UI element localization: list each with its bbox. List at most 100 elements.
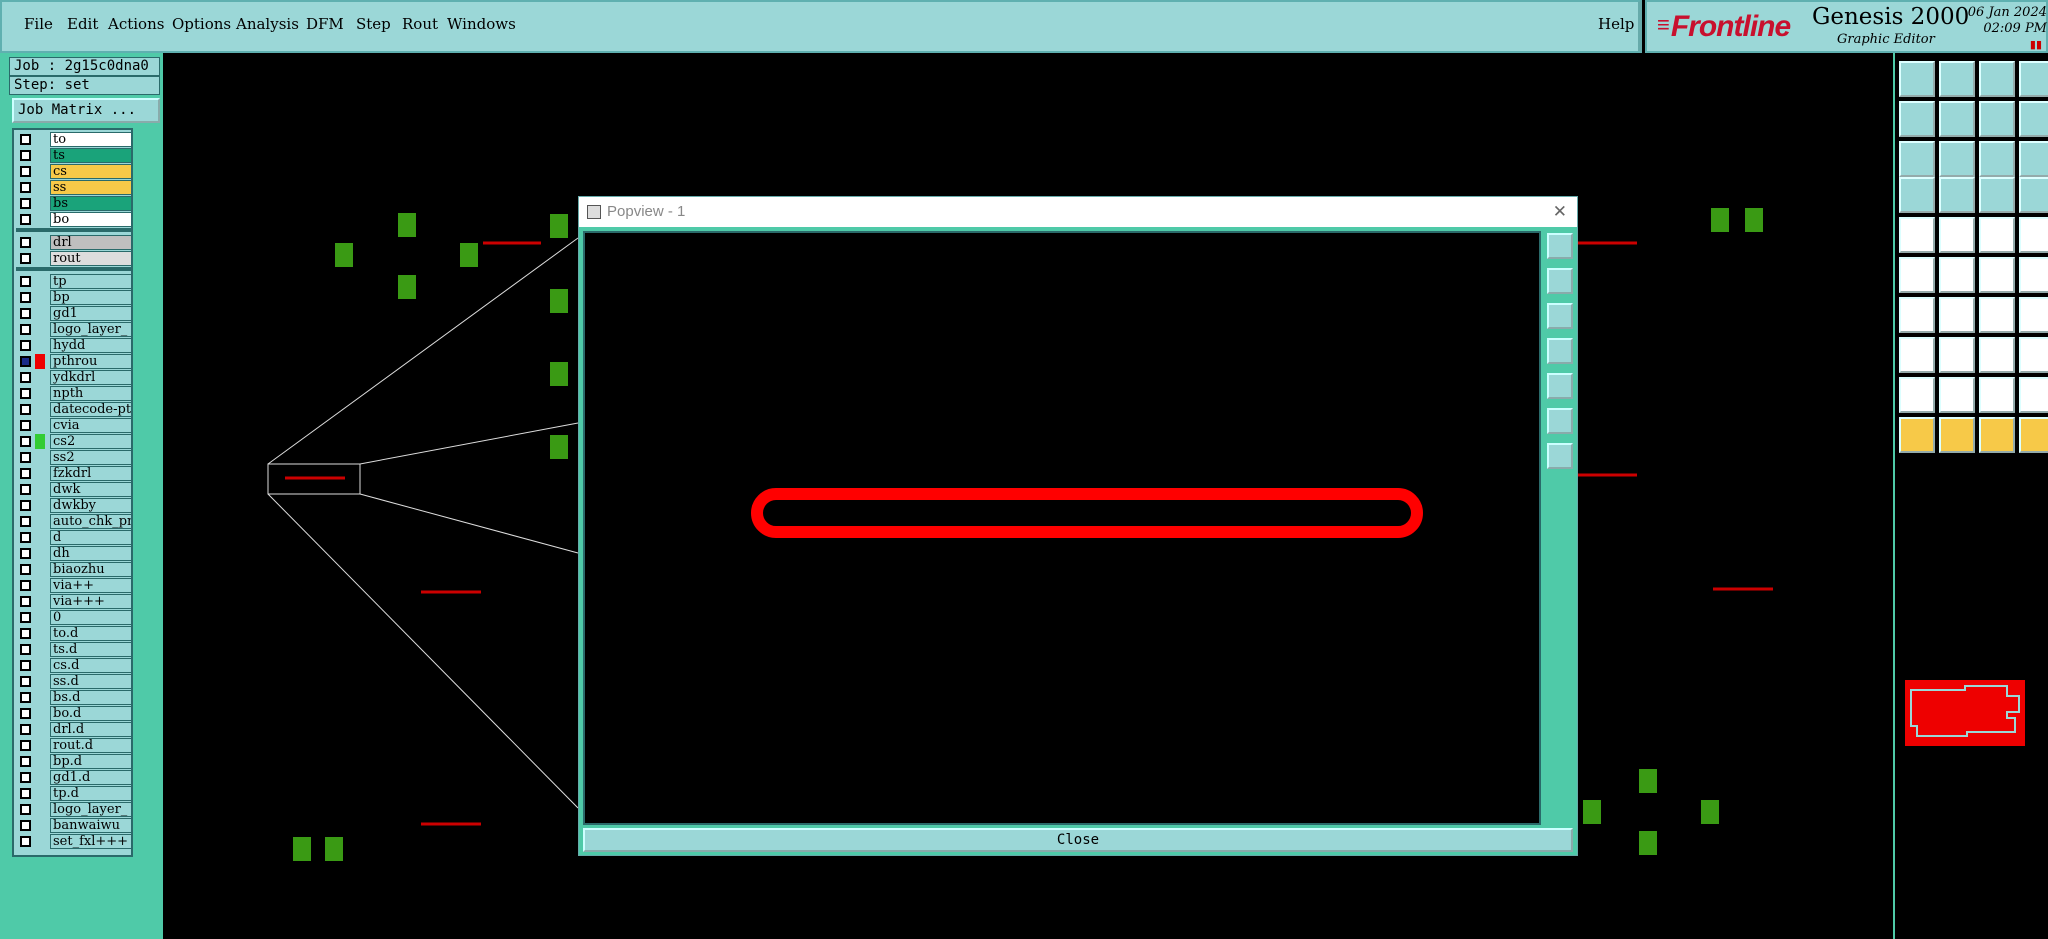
layer-name[interactable]: ydkdrl	[50, 370, 132, 385]
layer-name[interactable]: banwaiwu	[50, 818, 132, 833]
layer-marker[interactable]	[35, 754, 45, 769]
layer-row[interactable]: ss	[16, 180, 133, 195]
job-matrix-button[interactable]: Job Matrix ...	[12, 98, 160, 123]
layer-marker[interactable]	[35, 338, 45, 353]
layer-row[interactable]: biaozhu	[16, 562, 133, 577]
layer-name[interactable]: cs2	[50, 434, 132, 449]
layer-checkbox[interactable]	[20, 372, 31, 383]
cross-icon[interactable]	[1939, 257, 1975, 293]
pointer-icon[interactable]	[1899, 417, 1935, 453]
window-icon[interactable]	[2019, 61, 2048, 97]
layer-marker[interactable]	[35, 164, 45, 179]
layer-name[interactable]: npth	[50, 386, 132, 401]
layer-marker[interactable]	[35, 818, 45, 833]
layer-marker[interactable]	[35, 402, 45, 417]
layer-row[interactable]: ss2	[16, 450, 133, 465]
layer-checkbox[interactable]	[20, 308, 31, 319]
line-style-icon[interactable]	[1979, 217, 2015, 253]
layer-marker[interactable]	[35, 530, 45, 545]
layer-marker[interactable]	[35, 196, 45, 211]
layer-checkbox[interactable]	[20, 740, 31, 751]
zoom-home-icon[interactable]	[1547, 303, 1573, 329]
layer-name[interactable]: bs.d	[50, 690, 132, 705]
menu-edit[interactable]: Edit	[67, 15, 98, 33]
menu-actions[interactable]: Actions	[108, 15, 164, 33]
pan-left-icon[interactable]	[1547, 338, 1573, 364]
layer-row[interactable]: bp.d	[16, 754, 133, 769]
text-icon[interactable]	[2019, 297, 2048, 333]
layer-checkbox[interactable]	[20, 276, 31, 287]
layer-row[interactable]: ts	[16, 148, 133, 163]
layer-name[interactable]: bp	[50, 290, 132, 305]
menu-rout[interactable]: Rout	[402, 15, 438, 33]
layer-row[interactable]: drl.d	[16, 722, 133, 737]
layer-checkbox[interactable]	[20, 198, 31, 209]
popview-titlebar[interactable]: Popview - 1 ✕	[579, 197, 1577, 227]
layer-row[interactable]: cvia	[16, 418, 133, 433]
layer-checkbox[interactable]	[20, 166, 31, 177]
layer-marker[interactable]	[35, 786, 45, 801]
layer-checkbox[interactable]	[20, 820, 31, 831]
center-icon[interactable]	[1939, 141, 1975, 177]
break-icon[interactable]	[1979, 337, 2015, 373]
pin-icon[interactable]	[1939, 377, 1975, 413]
page-up-icon[interactable]	[1899, 61, 1935, 97]
layer-name[interactable]: cs	[50, 164, 132, 179]
layer-name[interactable]: ts	[50, 148, 132, 163]
layer-name[interactable]: ts.d	[50, 642, 132, 657]
layer-name[interactable]: rout	[50, 251, 132, 266]
layer-checkbox[interactable]	[20, 150, 31, 161]
layer-checkbox[interactable]	[20, 660, 31, 671]
menu-help[interactable]: Help	[1598, 15, 1634, 33]
layer-marker[interactable]	[35, 578, 45, 593]
zoom-out-icon[interactable]	[1547, 268, 1573, 294]
diagonal-icon[interactable]	[1939, 297, 1975, 333]
pan-right-icon[interactable]	[1547, 373, 1573, 399]
layer-checkbox[interactable]	[20, 564, 31, 575]
zoom-in-icon[interactable]	[1547, 233, 1573, 259]
layer-checkbox[interactable]	[20, 253, 31, 264]
layer-row[interactable]: to	[16, 132, 133, 147]
close-button[interactable]: Close	[583, 828, 1573, 852]
layer-checkbox[interactable]	[20, 452, 31, 463]
layer-checkbox[interactable]	[20, 724, 31, 735]
layer-name[interactable]: ss	[50, 180, 132, 195]
circle-icon[interactable]	[2019, 217, 2048, 253]
menu-step[interactable]: Step	[356, 15, 391, 33]
layer-row[interactable]: cs	[16, 164, 133, 179]
layer-marker[interactable]	[35, 386, 45, 401]
snap2-icon[interactable]	[2019, 177, 2048, 213]
layer-row[interactable]: via++	[16, 578, 133, 593]
layer-checkbox[interactable]	[20, 580, 31, 591]
layer-checkbox[interactable]	[20, 340, 31, 351]
home-icon[interactable]	[1979, 61, 2015, 97]
layer-name[interactable]: auto_chk_pn	[50, 514, 132, 529]
layer-marker[interactable]	[35, 251, 45, 266]
layer-checkbox[interactable]	[20, 182, 31, 193]
menu-options[interactable]: Options	[172, 15, 231, 33]
line-add2-icon[interactable]	[2019, 257, 2048, 293]
popview-canvas[interactable]	[583, 231, 1541, 825]
layer-name[interactable]: ss2	[50, 450, 132, 465]
layer-marker[interactable]	[35, 180, 45, 195]
layer-row[interactable]: bs	[16, 196, 133, 211]
layer-checkbox[interactable]	[20, 804, 31, 815]
layer-checkbox[interactable]	[20, 356, 31, 367]
layer-checkbox[interactable]	[20, 292, 31, 303]
layer-marker[interactable]	[35, 466, 45, 481]
arc-icon[interactable]	[1979, 297, 2015, 333]
layer-marker[interactable]	[35, 274, 45, 289]
layer-checkbox[interactable]	[20, 788, 31, 799]
layer-checkbox[interactable]	[20, 772, 31, 783]
layer-marker[interactable]	[35, 610, 45, 625]
layer-row[interactable]: via+++	[16, 594, 133, 609]
layer-marker[interactable]	[35, 450, 45, 465]
layer-marker[interactable]	[35, 658, 45, 673]
layer-name[interactable]: to.d	[50, 626, 132, 641]
shape-icon[interactable]	[1979, 377, 2015, 413]
layer-checkbox[interactable]	[20, 532, 31, 543]
layer-marker[interactable]	[35, 706, 45, 721]
layer-name[interactable]: bo.d	[50, 706, 132, 721]
layer-name[interactable]: logo_layer_	[50, 322, 132, 337]
layer-name[interactable]: pthrou	[50, 354, 132, 369]
